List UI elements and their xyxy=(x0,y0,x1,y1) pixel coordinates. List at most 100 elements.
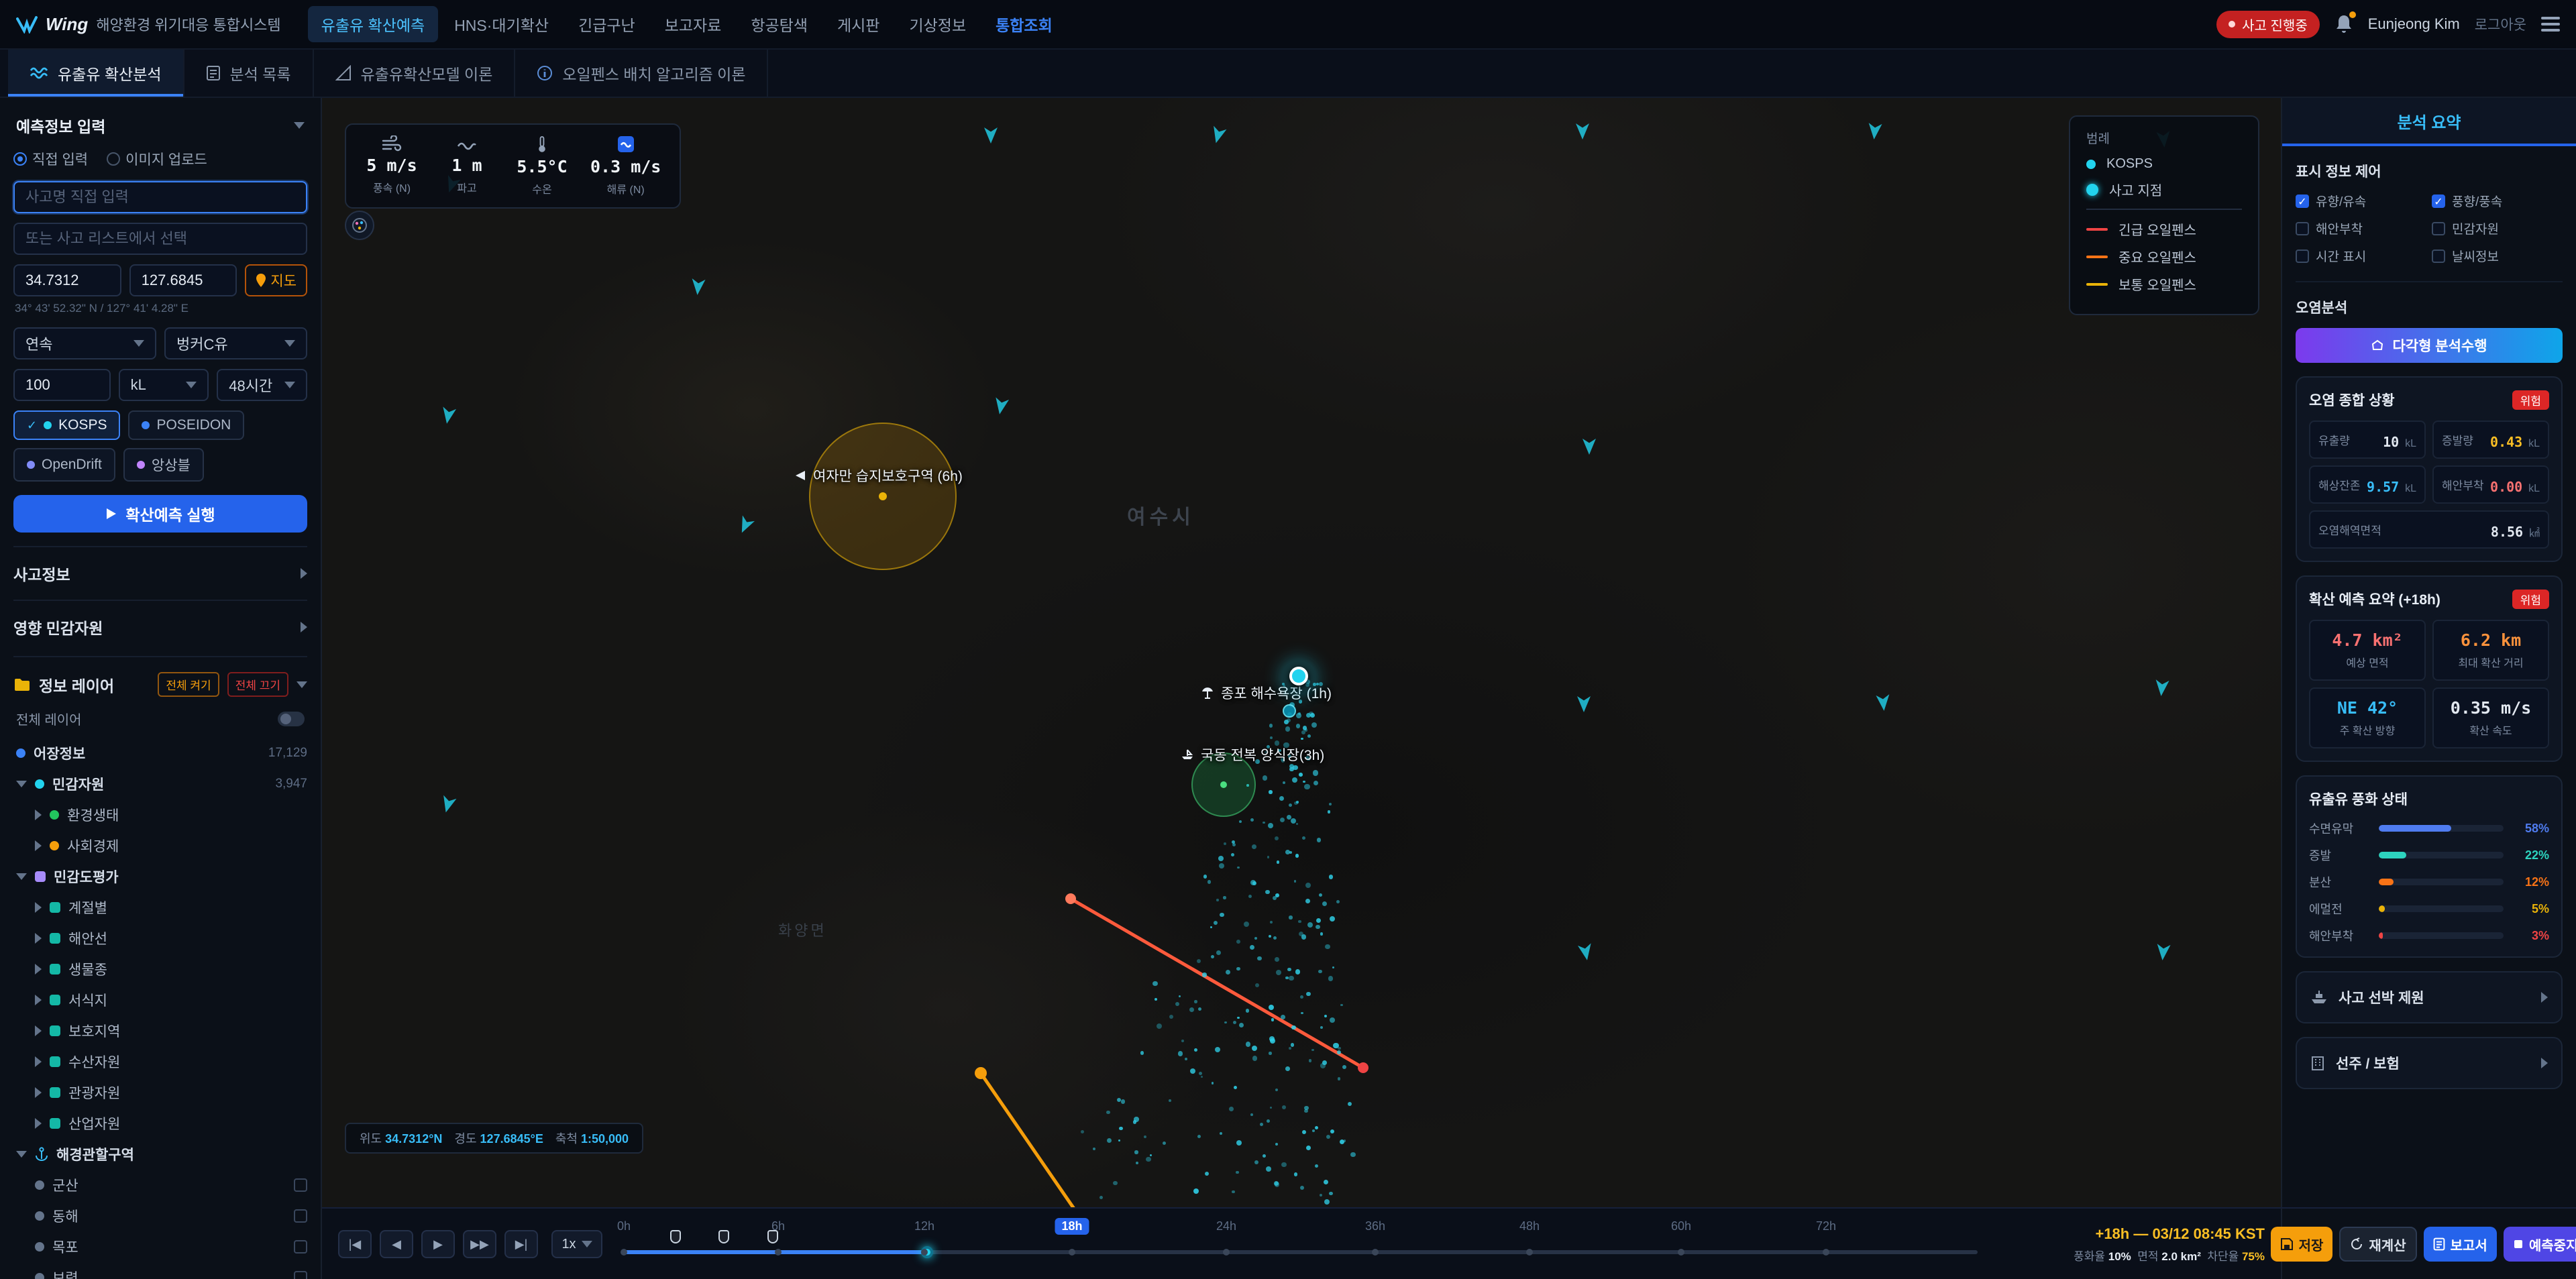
spill-amount-input[interactable] xyxy=(13,369,111,401)
map-canvas[interactable]: 여수시 화양면 여자만 습지보호구역 (6h) 국동 전복 양식장(3h) 종포… xyxy=(322,98,2281,1207)
layer-item-protected-area[interactable]: 보호지역 xyxy=(13,1015,307,1046)
incident-marker[interactable] xyxy=(1281,660,1316,695)
step-back-button[interactable]: ◀ xyxy=(380,1230,413,1258)
report-button[interactable]: 보고서 xyxy=(2424,1227,2497,1262)
all-layers-on-button[interactable]: 전체 켜기 xyxy=(158,672,219,697)
save-button[interactable]: 저장 xyxy=(2271,1227,2333,1262)
latitude-input[interactable] xyxy=(13,264,121,296)
timeline-tick[interactable]: 48h xyxy=(1513,1218,1546,1235)
layer-item-tourism-resource[interactable]: 관광자원 xyxy=(13,1077,307,1108)
fast-forward-button[interactable]: ▶▶ xyxy=(463,1230,496,1258)
timeline-track[interactable] xyxy=(624,1250,1978,1254)
longitude-input[interactable] xyxy=(129,264,237,296)
model-chip-poseidon[interactable]: POSEIDON xyxy=(128,410,244,440)
nav-integrated-search[interactable]: 통합조회 xyxy=(982,6,1066,42)
hamburger-menu-icon[interactable] xyxy=(2541,13,2560,35)
nav-board[interactable]: 게시판 xyxy=(824,6,893,42)
nav-air-search[interactable]: 항공탐색 xyxy=(737,6,821,42)
radio-direct-input[interactable]: 직접 입력 xyxy=(13,149,88,169)
layer-item-coastline[interactable]: 해안선 xyxy=(13,923,307,954)
logout-link[interactable]: 로그아웃 xyxy=(2475,14,2526,34)
nav-hns-diffusion[interactable]: HNS·대기확산 xyxy=(441,6,562,42)
model-chip-kosps[interactable]: ✓KOSPS xyxy=(13,410,120,440)
layer-item-industry-resource[interactable]: 산업자원 xyxy=(13,1108,307,1139)
radio-image-upload[interactable]: 이미지 업로드 xyxy=(107,149,207,169)
timeline-tick[interactable]: 24h xyxy=(1210,1218,1243,1235)
checkbox-time-display[interactable]: 시간 표시 xyxy=(2296,247,2426,265)
layer-item-coastguard-zones[interactable]: 해경관할구역 xyxy=(13,1139,307,1170)
fence-endpoint[interactable] xyxy=(975,1067,987,1079)
normal-oil-fence-line[interactable] xyxy=(981,1073,1126,1207)
timeline-tick[interactable]: 60h xyxy=(1664,1218,1698,1235)
impact-resources-section[interactable]: 영향 민감자원 xyxy=(13,600,307,653)
analysis-summary-header[interactable]: 분석 요약 xyxy=(2282,98,2576,146)
brand[interactable]: Wing 해양환경 위기대응 통합시스템 xyxy=(16,13,281,35)
playback-speed-select[interactable]: 1x xyxy=(551,1230,602,1258)
zone-box-icon[interactable] xyxy=(294,1178,307,1192)
layer-item-fisheries[interactable]: 어장정보 17,129 xyxy=(13,738,307,769)
polygon-analysis-button[interactable]: 다각형 분석수행 xyxy=(2296,328,2563,363)
skip-end-button[interactable]: ▶| xyxy=(504,1230,538,1258)
layer-item-sensitivity-eval[interactable]: 민감도평가 xyxy=(13,861,307,892)
zone-box-icon[interactable] xyxy=(294,1271,307,1279)
kosps-point[interactable] xyxy=(1283,704,1296,718)
layer-item-boryeong[interactable]: 보령 xyxy=(13,1262,307,1279)
protection-marker-icon[interactable] xyxy=(767,1230,778,1243)
predict-input-header[interactable]: 예측정보 입력 xyxy=(16,114,305,137)
checkbox-weather-info[interactable]: 날씨정보 xyxy=(2432,247,2563,265)
map-style-button[interactable] xyxy=(345,211,374,240)
pick-on-map-button[interactable]: 지도 xyxy=(245,264,307,296)
tab-analysis-list[interactable]: 분석 목록 xyxy=(184,50,314,97)
nav-report-data[interactable]: 보고자료 xyxy=(651,6,735,42)
fence-endpoint[interactable] xyxy=(1065,893,1076,904)
zone-box-icon[interactable] xyxy=(294,1240,307,1254)
recalculate-button[interactable]: 재계산 xyxy=(2339,1227,2416,1262)
checkbox-sensitive-resources[interactable]: 민감자원 xyxy=(2432,219,2563,237)
duration-select[interactable]: 48시간 xyxy=(217,369,307,401)
nav-spill-prediction[interactable]: 유출유 확산예측 xyxy=(308,6,439,42)
run-prediction-button[interactable]: 확산예측 실행 xyxy=(13,495,307,533)
left-panel[interactable]: 예측정보 입력 직접 입력 이미지 업로드 지도 34° 43' 52.32" … xyxy=(0,98,322,1279)
protected-area-circle[interactable] xyxy=(809,423,957,570)
play-button[interactable]: ▶ xyxy=(421,1230,455,1258)
layer-item-fishery-resource[interactable]: 수산자원 xyxy=(13,1046,307,1077)
skip-start-button[interactable]: |◀ xyxy=(338,1230,372,1258)
stop-prediction-button[interactable]: 예측중지 xyxy=(2504,1227,2576,1262)
layer-item-gunsan[interactable]: 군산 xyxy=(13,1170,307,1201)
timeline-tick[interactable]: 72h xyxy=(1809,1218,1843,1235)
checkbox-oil-direction[interactable]: 유향/유속 xyxy=(2296,192,2426,210)
tab-oilfence-algorithm-theory[interactable]: 오일펜스 배치 알고리즘 이론 xyxy=(515,50,768,97)
model-chip-ensemble[interactable]: 앙상블 xyxy=(123,448,204,482)
ship-spec-section[interactable]: 사고 선박 제원 xyxy=(2296,971,2563,1023)
checkbox-wind-direction[interactable]: 풍향/풍속 xyxy=(2432,192,2563,210)
timeline-tick[interactable]: 0h xyxy=(610,1218,637,1235)
protection-marker-icon[interactable] xyxy=(718,1230,729,1243)
emergency-oil-fence-line[interactable] xyxy=(1071,899,1363,1068)
nav-weather-info[interactable]: 기상정보 xyxy=(896,6,979,42)
tab-spill-analysis[interactable]: 유출유 확산분석 xyxy=(8,50,184,97)
accident-name-input[interactable] xyxy=(13,181,307,213)
farm-label[interactable]: 국동 전복 양식장(3h) xyxy=(1181,744,1324,765)
all-layers-off-button[interactable]: 전체 끄기 xyxy=(227,672,288,697)
layer-item-donghae[interactable]: 동해 xyxy=(13,1201,307,1231)
accident-info-section[interactable]: 사고정보 xyxy=(13,546,307,600)
unit-select[interactable]: kL xyxy=(119,369,209,401)
model-chip-opendrift[interactable]: OpenDrift xyxy=(13,448,115,482)
layer-item-sensitive-resources[interactable]: 민감자원 3,947 xyxy=(13,769,307,799)
protected-area-label[interactable]: 여자만 습지보호구역 (6h) xyxy=(794,465,963,486)
right-panel[interactable]: 분석 요약 표시 정보 제어 유향/유속 풍향/풍속 해안부착 민감자원 시간 … xyxy=(2281,98,2576,1207)
layer-item-mokpo[interactable]: 목포 xyxy=(13,1231,307,1262)
weather-widget[interactable]: 5 m/s 풍속 (N) 1 m 파고 5.5°C 수온 0.3 m/s 해류 … xyxy=(345,123,681,209)
nav-emergency-rescue[interactable]: 긴급구난 xyxy=(565,6,649,42)
zone-box-icon[interactable] xyxy=(294,1209,307,1223)
tab-diffusion-model-theory[interactable]: 유출유확산모델 이론 xyxy=(314,50,516,97)
incident-status-badge[interactable]: 사고 진행중 xyxy=(2216,11,2320,38)
layer-item-socio-economy[interactable]: 사회경제 xyxy=(13,830,307,861)
accident-list-input[interactable] xyxy=(13,223,307,255)
protection-marker-icon[interactable] xyxy=(670,1230,681,1243)
spill-type-select[interactable]: 연속 xyxy=(13,327,156,359)
timeline-tick[interactable]: 18h xyxy=(1055,1218,1089,1235)
timeline-tick[interactable]: 12h xyxy=(908,1218,941,1235)
fence-endpoint[interactable] xyxy=(1358,1062,1368,1073)
checkbox-shore-attachment[interactable]: 해안부착 xyxy=(2296,219,2426,237)
